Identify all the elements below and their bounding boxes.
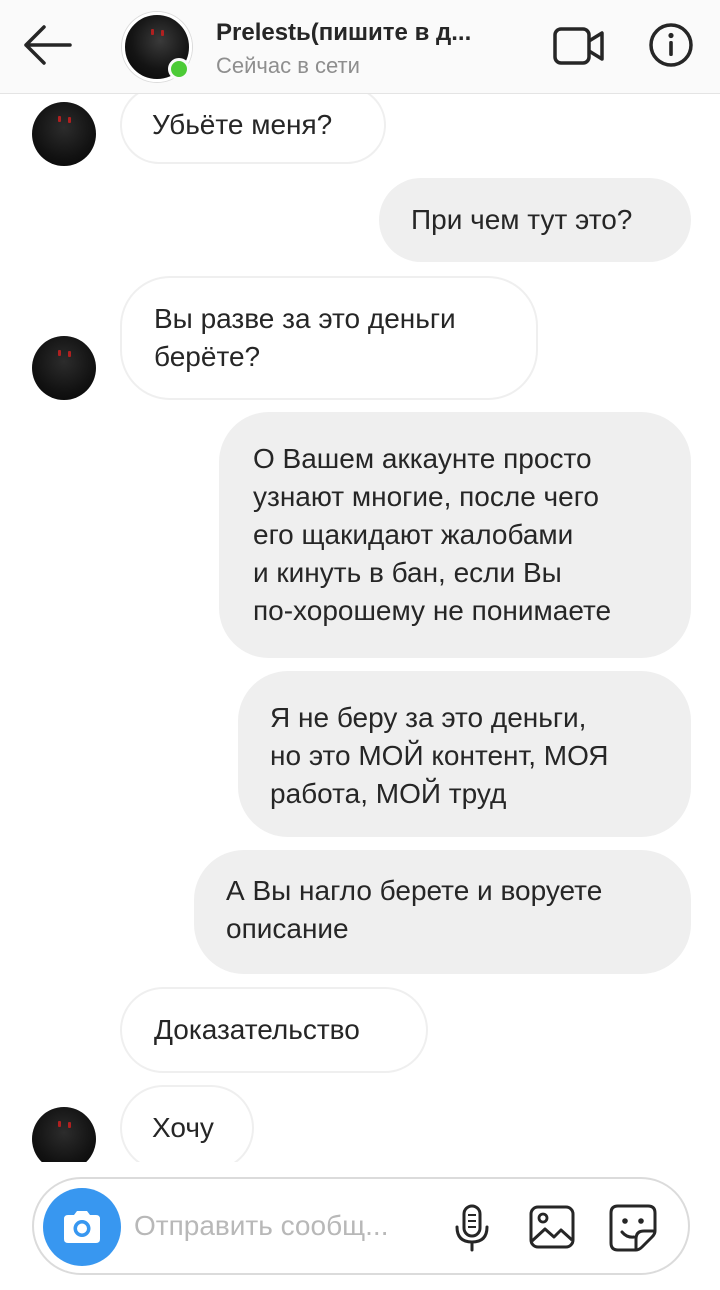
message-bubble-outgoing[interactable]: Я не беру за это деньги, но это МОЙ конт… (238, 671, 691, 837)
info-button[interactable] (648, 22, 694, 68)
message-composer (32, 1177, 690, 1275)
sticker-button[interactable] (608, 1203, 658, 1253)
camera-icon (64, 1211, 100, 1243)
message-bubble-incoming[interactable]: Хочу (120, 1085, 254, 1162)
contact-status: Сейчас в сети (216, 53, 360, 78)
chat-header: Prelestь(пишите в д... Сейчас в сети (0, 0, 720, 94)
contact-name[interactable]: Prelestь(пишите в д... (216, 19, 516, 47)
message-list[interactable]: Убьёте меня? При чем тут это? Вы разве з… (0, 94, 720, 1162)
sender-avatar[interactable] (32, 102, 96, 166)
camera-button[interactable] (43, 1188, 121, 1266)
online-status-indicator (168, 58, 190, 80)
contact-avatar[interactable] (122, 12, 192, 82)
sticker-icon (609, 1204, 657, 1252)
message-bubble-incoming[interactable]: Убьёте меня? (120, 94, 386, 164)
info-icon (649, 23, 693, 67)
message-input[interactable] (134, 1205, 434, 1247)
back-button[interactable] (18, 20, 76, 70)
video-camera-icon (553, 27, 604, 65)
message-bubble-outgoing[interactable]: О Вашем аккаунте просто узнают многие, п… (219, 412, 691, 658)
message-bubble-outgoing[interactable]: А Вы нагло берете и воруете описание (194, 850, 691, 974)
video-call-button[interactable] (552, 24, 606, 68)
gallery-button[interactable] (528, 1203, 576, 1251)
microphone-icon (455, 1204, 489, 1252)
message-bubble-incoming[interactable]: Вы разве за это деньги берёте? (120, 276, 538, 400)
message-bubble-outgoing[interactable]: При чем тут это? (379, 178, 691, 262)
direct-chat-screen: Prelestь(пишите в д... Сейчас в сети Убь… (0, 0, 720, 1290)
sender-avatar[interactable] (32, 1107, 96, 1162)
sender-avatar[interactable] (32, 336, 96, 400)
voice-message-button[interactable] (452, 1203, 492, 1253)
message-bubble-incoming[interactable]: Доказательство (120, 987, 428, 1073)
arrow-left-icon (24, 25, 72, 65)
gallery-icon (529, 1205, 575, 1249)
